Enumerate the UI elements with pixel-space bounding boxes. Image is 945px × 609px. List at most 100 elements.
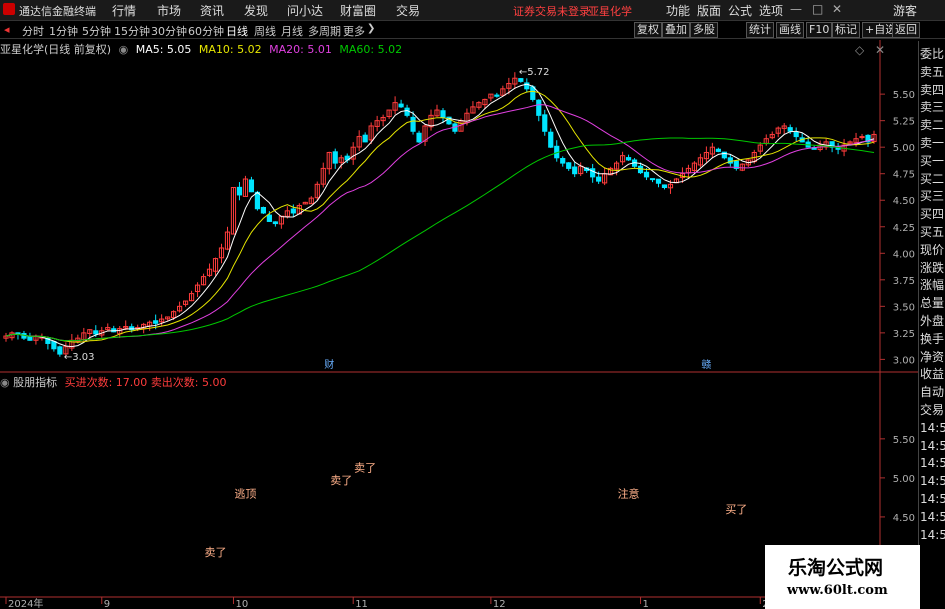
side-panel-item[interactable]: 交易 — [920, 401, 945, 419]
side-panel-item[interactable]: 委比 — [920, 45, 945, 63]
side-panel-item[interactable]: 卖二 — [920, 116, 945, 134]
candle-body — [596, 176, 602, 182]
high-price-label: ←5.72 — [519, 67, 550, 78]
candle-body — [272, 221, 278, 225]
indicator-buy-count: 买进次数: 17.00 — [64, 376, 148, 389]
x-tick-label: 11 — [355, 599, 368, 609]
side-panel-item[interactable]: 14:56 — [920, 508, 945, 526]
watermark-url: www.60lt.com — [787, 583, 888, 598]
quote-side-panel: 委比 卖五 卖四 卖三 卖二 卖一 买一 买二 买三 买四 买五 现价 涨跌 涨幅 总量 外盘 换手 净资 收益 自动… — [918, 41, 945, 609]
candle-body — [290, 208, 296, 214]
y-tick-label: 4.25 — [893, 223, 915, 234]
side-panel-item[interactable]: 14:56 — [920, 526, 945, 544]
side-panel-item[interactable]: 买五 — [920, 223, 945, 241]
side-panel-item[interactable]: 14:56 — [920, 437, 945, 455]
side-panel-item[interactable]: 外盘 — [920, 312, 945, 330]
indicator-signal-label: 卖了 — [205, 546, 227, 559]
side-panel-item[interactable]: 14:56 — [920, 472, 945, 490]
x-tick-label: 2024年 — [8, 597, 43, 609]
settings-icon[interactable]: ◉ — [119, 43, 129, 56]
side-panel-item[interactable]: 卖三 — [920, 98, 945, 116]
chart-settings-icon[interactable]: ◇ — [855, 43, 864, 57]
candle-body — [27, 336, 33, 341]
event-marker: 财 — [324, 358, 334, 371]
side-panel-item[interactable]: 现价 — [920, 241, 945, 259]
indicator-signal-label: 逃顶 — [234, 487, 256, 500]
candle-body — [51, 340, 57, 350]
candle-body — [542, 114, 548, 132]
candle-body — [560, 158, 566, 164]
y-tick-label: 3.50 — [893, 302, 915, 313]
event-marker: 赣 — [701, 358, 711, 371]
ma-legend: 亚星化学(日线 前复权) ◉ MA5: 5.05 MA10: 5.02 MA20… — [0, 41, 406, 56]
y-tick-label: 5.25 — [893, 117, 915, 128]
candle-body — [236, 186, 243, 196]
ma5-line — [5, 83, 875, 348]
legend-ma5: MA5: 5.05 — [135, 43, 192, 56]
side-panel-item[interactable]: 总量 — [920, 294, 945, 312]
side-panel-item[interactable]: 卖五 — [920, 63, 945, 81]
candle-body — [655, 178, 662, 184]
y-tick-label: 5.00 — [893, 143, 915, 154]
candle-body — [649, 178, 656, 181]
candle-body — [57, 346, 63, 355]
low-price-label: ←3.03 — [64, 352, 95, 363]
candle-body — [566, 162, 572, 169]
side-panel-item[interactable]: 收益 — [920, 365, 945, 383]
side-panel-item[interactable]: 自动 — [920, 383, 945, 401]
side-panel-item[interactable]: 换手 — [920, 330, 945, 348]
y-tick-label: 4.00 — [893, 249, 915, 260]
candle-body — [440, 110, 446, 118]
candle-body — [404, 107, 410, 116]
candle-body — [332, 151, 338, 164]
candle-body — [859, 136, 865, 139]
candle-body — [530, 86, 536, 100]
indicator-signal-label: 卖了 — [354, 462, 376, 475]
y-tick-label: 5.50 — [893, 90, 915, 101]
candle-body — [625, 157, 632, 161]
side-panel-item[interactable]: 涨幅 — [920, 276, 945, 294]
candle-body — [787, 127, 793, 132]
candle-body — [93, 330, 99, 335]
candle-body — [416, 132, 422, 143]
side-panel-item[interactable]: 买一 — [920, 152, 945, 170]
candle-body — [153, 320, 159, 324]
indicator-y-tick-label: 5.50 — [893, 435, 915, 446]
x-tick-label: 9 — [104, 599, 110, 609]
ma10-line — [5, 90, 875, 343]
candle-body — [260, 206, 266, 214]
indicator-legend: ◉ 股朋指标 买进次数: 17.00 卖出次数: 5.00 — [0, 374, 227, 390]
kline-chart[interactable]: 3.00 3.25 3.50 3.75 4.00 4.25 4.50 4.75 5.00 5.25… — [0, 0, 945, 609]
y-tick-label: 4.75 — [893, 170, 915, 181]
candle-body — [661, 184, 668, 189]
chart-close-icon[interactable]: ✕ — [875, 43, 885, 57]
side-panel-item[interactable]: 14:56 — [920, 419, 945, 437]
candle-body — [410, 116, 416, 132]
side-panel-item[interactable]: 14:56 — [920, 490, 945, 508]
legend-ma20: MA20: 5.01 — [269, 43, 332, 56]
side-panel-item[interactable]: 卖一 — [920, 134, 945, 152]
x-tick-label: 10 — [235, 599, 248, 609]
side-panel-item[interactable]: 买三 — [920, 187, 945, 205]
legend-ma10: MA10: 5.02 — [198, 43, 262, 56]
side-panel-item[interactable]: 14:56 — [920, 454, 945, 472]
side-panel-item[interactable]: 净资 — [920, 348, 945, 366]
candle-body — [572, 166, 578, 175]
candle-body — [15, 332, 21, 335]
candle-body — [643, 171, 650, 178]
indicator-settings-icon[interactable]: ◉ — [0, 376, 10, 389]
candle-body — [793, 131, 799, 138]
y-tick-label: 3.75 — [893, 276, 915, 287]
candle-body — [518, 78, 524, 82]
ma60-line — [5, 137, 875, 342]
candle-body — [254, 191, 261, 210]
x-tick-label: 1 — [643, 599, 649, 609]
side-panel-item[interactable]: 买二 — [920, 170, 945, 188]
side-panel-item[interactable]: 卖四 — [920, 81, 945, 99]
y-tick-label: 3.25 — [893, 329, 915, 340]
side-panel-item[interactable]: 买四 — [920, 205, 945, 223]
candle-body — [362, 134, 368, 143]
side-panel-item[interactable]: 涨跌 — [920, 259, 945, 277]
candle-body — [398, 103, 404, 108]
indicator-name: 股朋指标 — [13, 376, 58, 389]
